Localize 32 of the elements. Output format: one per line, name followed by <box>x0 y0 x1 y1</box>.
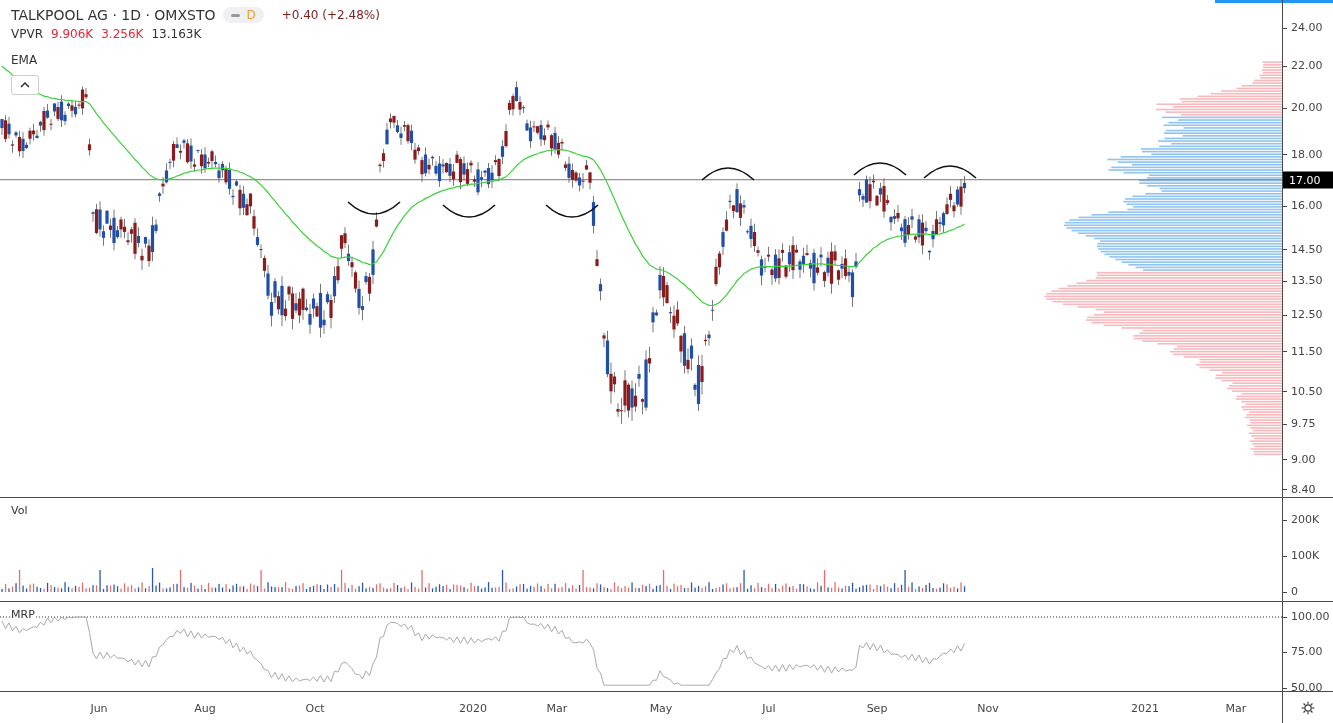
collapse-button[interactable] <box>11 75 39 95</box>
indicator-label: EMA <box>11 53 38 67</box>
price-change: +0.40 (+2.48%) <box>281 8 380 22</box>
arc-drawing <box>442 204 496 218</box>
status-badge: D <box>223 7 264 23</box>
arc-drawing <box>701 167 755 181</box>
time-label: Mar <box>1225 702 1247 715</box>
current-price-label: 17.00 <box>1283 171 1333 189</box>
indicator-value: 3.256K <box>101 27 144 41</box>
time-label: May <box>649 702 673 715</box>
caret-icon <box>20 82 30 88</box>
symbol-title: TALKPOOL AG · 1D · OMXSTO <box>11 7 216 23</box>
time-label: Mar <box>546 702 568 715</box>
pane-label: Vol <box>11 504 28 517</box>
arc-drawing <box>545 204 599 218</box>
indicator-value: 9.906K <box>51 27 94 41</box>
arc-drawing <box>853 162 907 176</box>
indicator-value: 13.163K <box>151 27 202 41</box>
time-label: Nov <box>977 702 999 715</box>
time-label: Jun <box>90 702 108 715</box>
time-label: 2020 <box>459 702 487 715</box>
pane-label: MRP <box>11 608 35 621</box>
time-label: Oct <box>305 702 325 715</box>
indicator-label: VPVR <box>11 27 43 41</box>
arc-drawing <box>347 201 401 215</box>
minus-icon <box>231 13 241 17</box>
arc-drawing <box>923 165 977 179</box>
time-label: Sep <box>866 702 888 715</box>
time-label: Jul <box>762 702 776 715</box>
time-label: 2021 <box>1131 702 1159 715</box>
settings-icon[interactable] <box>1301 701 1315 715</box>
time-label: Aug <box>194 702 216 715</box>
